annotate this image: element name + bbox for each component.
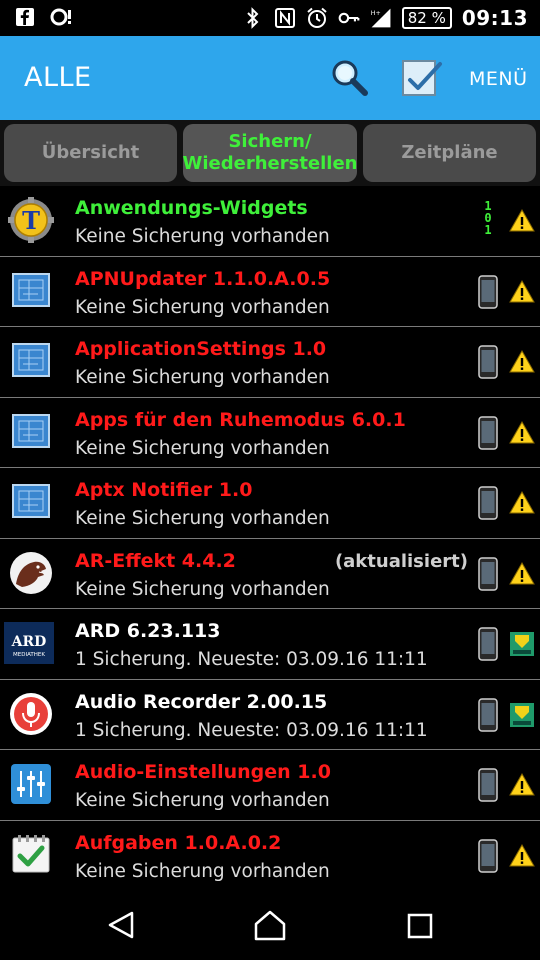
- ard-logo-icon: ARD MEDIATHEK: [4, 620, 54, 666]
- list-item[interactable]: Audio-Einstellungen 1.0 Keine Sicherung …: [0, 750, 540, 821]
- app-name: Aptx Notifier 1.0: [75, 479, 253, 501]
- tab-backup-restore-line1: Sichern/: [228, 131, 312, 152]
- backup-available-icon: [509, 702, 535, 728]
- back-button[interactable]: [104, 908, 138, 942]
- blueprint-app-icon: [8, 409, 54, 455]
- titanium-widget-icon: T: [8, 197, 54, 243]
- app-name: Audio-Einstellungen 1.0: [75, 761, 331, 783]
- list-item[interactable]: AR-Effekt 4.4.2 Keine Sicherung vorhande…: [0, 538, 540, 609]
- app-bar: ALLE MENÜ: [0, 36, 540, 120]
- blueprint-app-icon: [8, 268, 54, 314]
- alarm-icon: [306, 7, 328, 29]
- search-icon: [332, 60, 368, 96]
- phone-icon: [478, 768, 498, 802]
- phone-icon: [478, 838, 498, 873]
- list-item[interactable]: Apps für den Ruhemodus 6.0.1 Keine Siche…: [0, 397, 540, 468]
- tab-backup-restore[interactable]: Sichern/ Wiederherstellen: [182, 124, 358, 182]
- app-name: APNUpdater 1.1.0.A.0.5: [75, 267, 331, 290]
- warning-icon: [509, 208, 535, 234]
- notification-icon: [50, 6, 72, 28]
- app-name: ARD 6.23.113: [75, 620, 221, 642]
- dinosaur-icon: [8, 550, 54, 596]
- bluetooth-icon: [242, 7, 264, 29]
- app-name: ApplicationSettings 1.0: [75, 338, 327, 360]
- phone-icon: [478, 627, 498, 661]
- ard-logo-text: ARD: [11, 634, 47, 650]
- ard-logo-subtext: MEDIATHEK: [13, 652, 45, 658]
- blueprint-app-icon: [8, 479, 54, 525]
- warning-icon: [509, 349, 535, 375]
- microphone-icon: [8, 691, 54, 737]
- signal-icon: H+: [370, 7, 392, 29]
- app-name: AR-Effekt 4.4.2: [75, 549, 236, 572]
- navigation-bar: [0, 888, 540, 960]
- phone-icon: [478, 345, 498, 379]
- phone-icon: [478, 415, 498, 450]
- svg-text:H+: H+: [371, 10, 381, 17]
- app-name: Anwendungs-Widgets: [75, 197, 308, 219]
- status-bar: H+ 82 % 09:13: [0, 0, 540, 36]
- backup-status: 1 Sicherung. Neueste: 03.09.16 11:11: [75, 719, 428, 741]
- app-name: Aufgaben 1.0.A.0.2: [75, 831, 282, 854]
- warning-icon: [509, 843, 535, 869]
- tab-overview[interactable]: Übersicht: [4, 124, 177, 182]
- svg-text:T: T: [22, 206, 40, 235]
- backup-available-icon: [509, 631, 535, 657]
- backup-status: Keine Sicherung vorhanden: [75, 226, 330, 247]
- page-title[interactable]: ALLE: [24, 62, 92, 93]
- clock: 09:13: [461, 6, 528, 30]
- updated-badge: (aktualisiert): [334, 550, 468, 572]
- app-list[interactable]: T Anwendungs-Widgets Keine Sicherung vor…: [0, 186, 540, 891]
- menu-button[interactable]: MENÜ: [469, 68, 528, 90]
- blueprint-app-icon: [8, 338, 54, 384]
- recent-apps-icon: [407, 913, 433, 939]
- home-icon: [254, 910, 286, 941]
- tab-backup-restore-line2: Wiederherstellen: [182, 153, 358, 174]
- tasks-checkmark-icon: [8, 832, 54, 878]
- backup-status: Keine Sicherung vorhanden: [75, 790, 330, 811]
- checklist-icon: [402, 60, 442, 96]
- backup-status: 1 Sicherung. Neueste: 03.09.16 11:11: [75, 649, 428, 670]
- list-item[interactable]: Audio Recorder 2.00.15 1 Sicherung. Neue…: [0, 679, 540, 750]
- list-item[interactable]: Aptx Notifier 1.0 Keine Sicherung vorhan…: [0, 468, 540, 539]
- vpn-key-icon: [338, 7, 360, 29]
- nfc-icon: [274, 7, 296, 29]
- backup-status: Keine Sicherung vorhanden: [75, 578, 330, 600]
- batch-select-button[interactable]: [400, 56, 444, 100]
- home-button[interactable]: [253, 908, 287, 942]
- search-button[interactable]: [330, 58, 370, 98]
- back-triangle-icon: [108, 911, 134, 939]
- list-item[interactable]: ApplicationSettings 1.0 Keine Sicherung …: [0, 327, 540, 398]
- backup-status: Keine Sicherung vorhanden: [75, 508, 330, 529]
- phone-icon: [478, 274, 498, 309]
- system-app-indicator: 1 0 1: [484, 199, 492, 237]
- warning-icon: [509, 490, 535, 516]
- app-name: Apps für den Ruhemodus 6.0.1: [75, 408, 406, 431]
- backup-status: Keine Sicherung vorhanden: [75, 367, 330, 388]
- list-item[interactable]: T Anwendungs-Widgets Keine Sicherung vor…: [0, 186, 540, 257]
- equalizer-icon: [8, 761, 54, 807]
- phone-icon: [478, 556, 498, 591]
- phone-icon: [478, 697, 498, 732]
- tab-bar: Übersicht Sichern/ Wiederherstellen Zeit…: [0, 120, 540, 186]
- list-item[interactable]: Aufgaben 1.0.A.0.2 Keine Sicherung vorha…: [0, 820, 540, 891]
- facebook-icon: [14, 6, 36, 28]
- phone-icon: [478, 486, 498, 520]
- list-item[interactable]: ARD MEDIATHEK ARD 6.23.113 1 Sicherung. …: [0, 609, 540, 680]
- warning-icon: [509, 772, 535, 798]
- backup-status: Keine Sicherung vorhanden: [75, 296, 330, 318]
- app-name: Audio Recorder 2.00.15: [75, 690, 328, 713]
- tab-schedules[interactable]: Zeitpläne: [363, 124, 536, 182]
- warning-icon: [509, 420, 535, 446]
- list-item[interactable]: APNUpdater 1.1.0.A.0.5 Keine Sicherung v…: [0, 256, 540, 327]
- battery-indicator: 82 %: [401, 7, 452, 29]
- warning-icon: [509, 279, 535, 305]
- warning-icon: [509, 561, 535, 587]
- recent-apps-button[interactable]: [406, 912, 434, 940]
- backup-status: Keine Sicherung vorhanden: [75, 437, 330, 459]
- backup-status: Keine Sicherung vorhanden: [75, 860, 330, 882]
